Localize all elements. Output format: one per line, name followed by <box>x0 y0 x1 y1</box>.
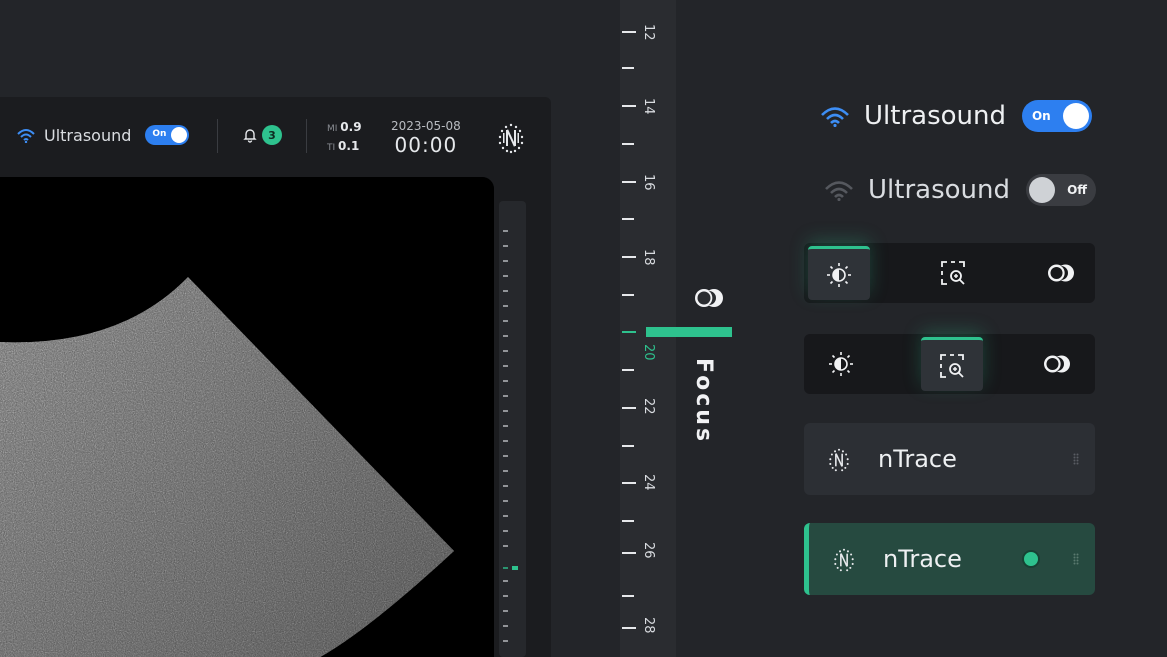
wifi-signal-icon <box>821 107 849 127</box>
ruler-major-tick <box>622 31 636 33</box>
wifi-signal-icon <box>825 181 853 201</box>
card-title: nTrace <box>878 445 957 473</box>
toggle-knob <box>1028 177 1055 203</box>
ntrace-card[interactable]: nTrace <box>804 423 1095 495</box>
zoom-region-icon <box>940 353 964 378</box>
ruler-label: 16 <box>641 174 656 191</box>
toggle-knob <box>171 127 188 143</box>
ti-label: TI <box>327 143 336 153</box>
ruler-minor-tick <box>622 143 634 145</box>
active-status-dot <box>1022 550 1040 568</box>
ultrasound-image <box>0 177 494 657</box>
ruler-label-active: 20 <box>641 344 656 361</box>
notification-count-badge: 3 <box>262 125 282 145</box>
brand-sphere-logo-icon <box>829 448 849 472</box>
ultrasound-toggle-off[interactable]: Off <box>1025 174 1096 206</box>
ruler-minor-tick <box>622 520 634 522</box>
ultrasound-toggle-group[interactable]: Ultrasound On <box>16 125 190 145</box>
depth-scale-strip <box>499 201 526 657</box>
bell-icon <box>243 129 257 143</box>
ntrace-card-selected[interactable]: nTrace <box>804 523 1095 595</box>
ruler-minor-tick <box>622 67 634 69</box>
device-header: Ultrasound On 3 MI 0.9 TI 0.1 2023-05-08… <box>0 97 551 177</box>
drag-handle-icon[interactable] <box>1073 553 1079 565</box>
ruler-active-tick <box>622 331 636 333</box>
ruler-minor-tick <box>622 218 634 220</box>
ruler-minor-tick <box>622 445 634 447</box>
ultrasound-toggle[interactable]: On <box>145 125 190 145</box>
drag-handle-icon[interactable] <box>1073 453 1079 465</box>
mode-segmented-control <box>804 243 1095 303</box>
contrast-overlap-icon <box>1048 264 1074 282</box>
focus-position-marker[interactable] <box>646 327 732 337</box>
date-text: 2023-05-08 <box>391 119 461 133</box>
toggle-knob <box>1062 103 1089 129</box>
ruler-major-tick <box>622 482 636 484</box>
ti-value: 0.1 <box>338 139 360 153</box>
mi-label: MI <box>327 124 338 134</box>
ruler-label: 12 <box>641 24 656 41</box>
header-divider <box>306 119 307 153</box>
ruler-major-tick <box>622 627 636 629</box>
time-text: 00:00 <box>394 133 458 157</box>
ruler-minor-tick <box>622 294 634 296</box>
ruler-minor-tick <box>622 595 634 597</box>
ruler-major-tick <box>622 552 636 554</box>
ultrasound-label: Ultrasound <box>868 175 1010 205</box>
toggle-state-text: On <box>1031 109 1051 123</box>
datetime-display: 2023-05-08 00:00 <box>391 119 461 157</box>
ultrasound-toggle-off-row[interactable]: Ultrasound Off <box>824 174 1096 206</box>
contrast-mode-button[interactable] <box>1026 337 1088 391</box>
ruler-label: 24 <box>641 474 656 491</box>
focus-overlap-icon <box>695 289 723 307</box>
brightness-icon <box>827 262 851 287</box>
notifications-button[interactable]: 3 <box>242 125 282 145</box>
ruler-label: 18 <box>641 249 656 266</box>
ruler-minor-tick <box>622 369 634 371</box>
header-divider <box>217 119 218 153</box>
toggle-state-text: Off <box>1067 183 1087 197</box>
ruler-major-tick <box>622 105 636 107</box>
ultrasound-toggle-on-row[interactable]: Ultrasound On <box>820 100 1092 132</box>
mi-value: 0.9 <box>340 120 362 134</box>
mi-ti-readout: MI 0.9 TI 0.1 <box>327 119 362 157</box>
card-title: nTrace <box>883 545 962 573</box>
brand-sphere-logo-icon <box>498 123 524 154</box>
brightness-icon <box>829 352 853 376</box>
brightness-mode-button[interactable] <box>808 246 870 300</box>
brand-sphere-logo-icon <box>834 548 854 572</box>
ruler-label: 14 <box>641 98 656 115</box>
contrast-overlap-icon <box>1044 355 1070 373</box>
depth-scale-ticks <box>503 230 518 642</box>
ruler-major-tick <box>622 407 636 409</box>
ultrasound-label: Ultrasound <box>864 101 1006 131</box>
brightness-mode-button[interactable] <box>810 337 872 391</box>
ruler-label: 26 <box>641 542 656 559</box>
contrast-mode-button[interactable] <box>1030 246 1092 300</box>
wifi-signal-icon <box>17 129 35 143</box>
mode-segmented-control <box>804 334 1095 394</box>
ultrasound-label: Ultrasound <box>44 125 132 145</box>
zoom-region-button[interactable] <box>922 246 984 300</box>
device-panel: Ultrasound On 3 MI 0.9 TI 0.1 2023-05-08… <box>0 97 551 657</box>
ruler-major-tick <box>622 256 636 258</box>
zoom-region-button[interactable] <box>921 337 983 391</box>
focus-label: Focus <box>691 358 716 445</box>
zoom-region-icon <box>941 261 965 285</box>
toggle-state-text: On <box>152 129 167 139</box>
ruler-label: 22 <box>641 398 656 415</box>
ruler-major-tick <box>622 181 636 183</box>
ultrasound-toggle-on[interactable]: On <box>1021 100 1092 132</box>
ultrasound-image-viewport[interactable] <box>0 177 494 657</box>
ruler-label: 28 <box>641 617 656 634</box>
